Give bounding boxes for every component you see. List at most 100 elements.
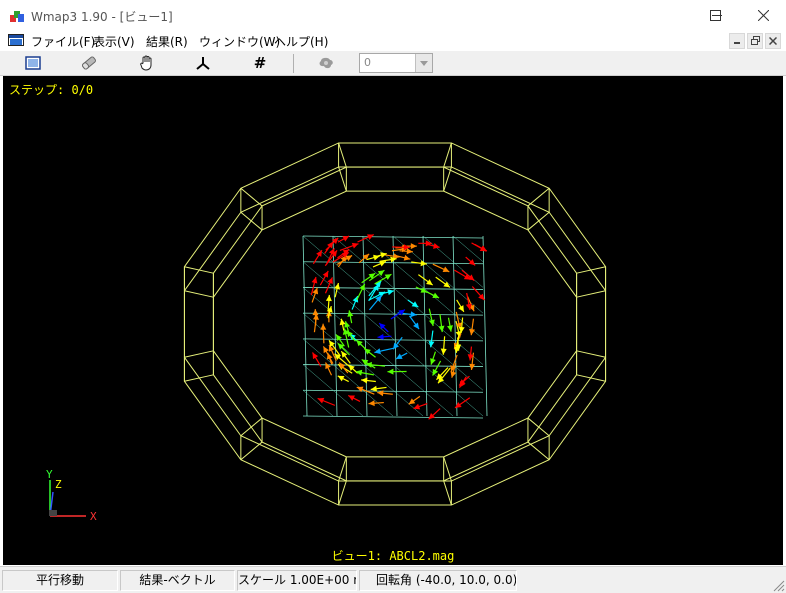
maximize-icon xyxy=(709,10,721,21)
coil-cross-edge xyxy=(443,166,452,192)
field-vector-head xyxy=(443,281,450,288)
coil-cross-edge xyxy=(338,166,347,192)
step-combo-dropdown[interactable] xyxy=(415,54,432,72)
coil-cross-edge xyxy=(527,417,550,437)
view-caption: ビュー1: ABCL2.mag xyxy=(331,549,455,563)
mesh-line-diagonal xyxy=(452,390,484,417)
coil-cross-edge xyxy=(184,350,214,358)
field-vector-head xyxy=(450,371,457,378)
field-vector-head xyxy=(368,273,376,280)
mesh-line-diagonal xyxy=(332,261,364,288)
status-mode: 平行移動 xyxy=(2,570,118,591)
coil-cross-edge xyxy=(184,266,214,274)
field-vector-head xyxy=(433,243,440,249)
field-vector-head xyxy=(311,277,318,284)
mesh-line-diagonal xyxy=(392,364,424,391)
field-vector-head xyxy=(403,254,411,261)
mesh-line-diagonal xyxy=(422,287,454,314)
fit-view-icon xyxy=(25,56,41,70)
coil-cross-edge xyxy=(338,142,347,168)
coil-cross-edge xyxy=(443,456,452,482)
3d-viewport[interactable]: X YZ ステップ: 0/0 ビュー1: ABCL2.mag xyxy=(3,76,783,565)
close-button[interactable] xyxy=(740,0,786,31)
eraser-button[interactable] xyxy=(75,52,103,74)
wmap-app-icon xyxy=(10,11,24,22)
status-rotation: 回転角 (-40.0, 10.0, 0.0) xyxy=(359,570,517,591)
mdi-minimize-button[interactable] xyxy=(729,33,745,49)
status-result-type: 結果-ベクトル xyxy=(120,570,235,591)
mdi-restore-button[interactable] xyxy=(747,33,763,49)
coil-cross-edge xyxy=(443,480,452,506)
field-vector-head xyxy=(335,334,342,342)
field-vector-head xyxy=(413,322,420,330)
field-vector-head xyxy=(320,323,327,330)
field-vector-head xyxy=(430,358,436,365)
mesh-line-diagonal xyxy=(452,235,484,262)
coil-cross-edge xyxy=(240,417,263,437)
coil-cross-edge xyxy=(527,187,550,207)
coil-cross-edge xyxy=(240,187,263,207)
mdi-close-icon xyxy=(768,36,778,46)
coil-cross-edge xyxy=(184,374,214,382)
maximize-button[interactable] xyxy=(692,0,738,31)
mesh-line-diagonal xyxy=(332,390,364,417)
chevron-down-icon xyxy=(420,60,428,66)
axes-button[interactable] xyxy=(189,52,217,74)
animation-icon xyxy=(319,57,333,69)
field-vector-head xyxy=(469,328,476,336)
field-vector-head xyxy=(377,333,384,340)
title-bar: Wmap3 1.90 - [ビュー1] xyxy=(0,0,786,31)
mesh-line-vertical xyxy=(482,235,488,417)
menu-file[interactable]: ファイル(F) xyxy=(31,33,95,50)
menu-results[interactable]: 結果(R) xyxy=(146,33,188,50)
coil-cross-edge xyxy=(527,441,550,461)
status-scale: スケール 1.00E+00 m xyxy=(237,570,357,591)
pan-hand-button[interactable] xyxy=(133,52,161,74)
mdi-close-button[interactable] xyxy=(765,33,781,49)
fit-view-button[interactable] xyxy=(19,52,47,74)
eraser-icon xyxy=(82,56,96,70)
document-window-icon[interactable] xyxy=(8,34,24,47)
mesh-line-diagonal xyxy=(302,261,334,288)
animation-button[interactable] xyxy=(312,52,340,74)
field-vector-head xyxy=(408,398,416,405)
status-bar: 平行移動 結果-ベクトル スケール 1.00E+00 m 回転角 (-40.0,… xyxy=(0,566,786,593)
field-vector-head xyxy=(440,348,447,355)
mesh-line-diagonal xyxy=(362,364,394,391)
coil-cross-edge xyxy=(240,211,263,231)
menu-help[interactable]: ヘルプ(H) xyxy=(274,33,328,50)
mesh-line-diagonal xyxy=(332,364,364,391)
mdi-restore-icon xyxy=(750,36,760,45)
menu-view[interactable]: 表示(V) xyxy=(93,33,135,50)
field-vector-head xyxy=(387,289,394,296)
coil-cross-edge xyxy=(338,456,347,482)
step-combo-value: 0 xyxy=(364,56,371,69)
mesh-line-diagonal xyxy=(422,235,454,262)
field-vector-head xyxy=(387,368,394,375)
mesh-line-vertical xyxy=(362,235,368,417)
field-vector-head xyxy=(334,283,340,290)
mesh-line-vertical xyxy=(332,235,338,417)
coil-cross-edge xyxy=(338,480,347,506)
coil-cross-edge xyxy=(576,290,606,298)
axis-z-label: Z xyxy=(55,478,62,491)
grid-button[interactable]: # xyxy=(246,52,274,74)
mesh-line-diagonal xyxy=(422,390,454,417)
coil-cross-edge xyxy=(527,211,550,231)
field-vector-head xyxy=(406,248,413,255)
mesh-line-diagonal xyxy=(332,287,364,314)
close-icon xyxy=(757,10,769,21)
axes-icon xyxy=(196,57,210,70)
coil-cross-edge xyxy=(576,266,606,274)
field-vector-head xyxy=(428,319,435,326)
resize-grip-icon[interactable] xyxy=(771,578,785,592)
toolbar: # 0 xyxy=(0,51,786,76)
menu-window[interactable]: ウィンドウ(W) xyxy=(199,33,280,50)
pan-hand-icon xyxy=(140,55,152,71)
axis-y-label: Y xyxy=(46,468,53,481)
menu-bar: ファイル(F) 表示(V) 結果(R) ウィンドウ(W) ヘルプ(H) xyxy=(0,31,786,51)
step-combo[interactable]: 0 xyxy=(359,53,433,73)
toolbar-separator xyxy=(293,54,294,73)
mesh-line-diagonal xyxy=(392,390,424,417)
axis-x-label: X xyxy=(90,510,97,523)
